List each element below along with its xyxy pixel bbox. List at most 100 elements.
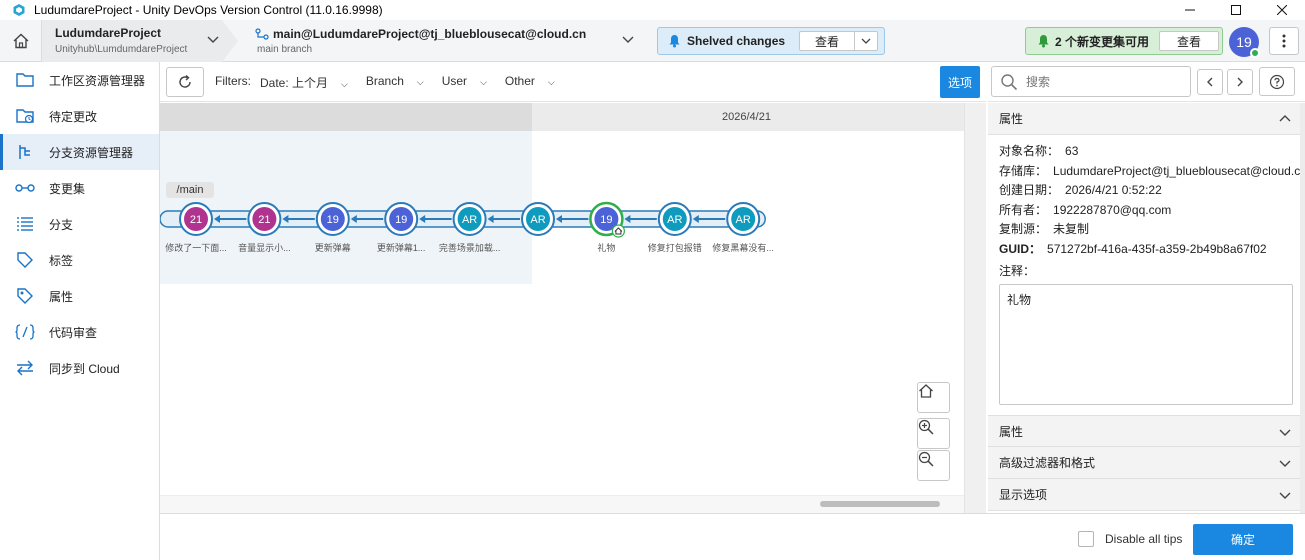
properties-panel: 属性 对象名称： 63 存储库： LudumdareProject@tj_blueb… xyxy=(988,103,1305,513)
sidebar-item-sync-to-cloud[interactable]: 同步到 Cloud xyxy=(0,350,159,386)
changeset-node[interactable]: 19 xyxy=(384,202,419,236)
sync-icon xyxy=(14,358,36,378)
changeset-label: 更新弹幕1... xyxy=(376,243,426,253)
zoom-out-icon xyxy=(918,451,934,467)
shelved-view-button[interactable]: 查看 xyxy=(799,31,855,51)
home-button[interactable] xyxy=(0,20,42,62)
chevron-up-icon xyxy=(1279,115,1291,122)
previous-button[interactable] xyxy=(1197,69,1223,95)
display-options-section-header[interactable]: 显示选项 xyxy=(988,479,1300,511)
changeset-avatar-text: 19 xyxy=(395,214,407,226)
sidebar-item-branches[interactable]: 分支 xyxy=(0,206,159,242)
branch-icon xyxy=(255,28,269,40)
attributes-section-header[interactable]: 属性 xyxy=(988,415,1300,447)
sidebar-item-code-review[interactable]: 代码审查 xyxy=(0,314,159,350)
changeset-node[interactable]: AR xyxy=(452,202,487,236)
changeset-avatar-text: AR xyxy=(530,214,545,226)
minimize-button[interactable] xyxy=(1167,0,1213,20)
search-input[interactable] xyxy=(1026,74,1176,89)
pending-changes-icon xyxy=(14,106,36,126)
close-icon xyxy=(1277,5,1287,15)
changeset-label: 更新弹幕 xyxy=(314,243,351,253)
tag-icon xyxy=(14,250,36,270)
changeset-node[interactable]: 21 xyxy=(247,202,282,236)
filters-label: Filters: xyxy=(215,74,251,88)
avatar-initials: 19 xyxy=(1236,34,1252,50)
ok-button[interactable]: 确定 xyxy=(1193,524,1293,555)
bell-icon xyxy=(1038,35,1049,48)
right-panel-toolbar xyxy=(988,62,1305,102)
changeset-label: 音量显示小... xyxy=(238,243,291,253)
checkbox-box[interactable] xyxy=(1078,531,1094,547)
properties-section-header[interactable]: 属性 xyxy=(988,103,1300,135)
sidebar-item-pending-changes[interactable]: 待定更改 xyxy=(0,98,159,134)
changeset-node[interactable]: AR xyxy=(657,202,692,236)
code-review-icon xyxy=(14,322,36,342)
search-box[interactable] xyxy=(991,66,1191,97)
shelved-changes-notification: Shelved changes 查看 xyxy=(657,27,885,55)
shelved-dropdown-button[interactable] xyxy=(854,31,878,51)
sidebar: 工作区资源管理器 待定更改 分支资源管理器 变更集 分支 标签 属性 代码审查 … xyxy=(0,62,160,560)
title-bar: LudumdareProject - Unity DevOps Version … xyxy=(0,0,1305,20)
sidebar-item-changesets[interactable]: 变更集 xyxy=(0,170,159,206)
user-avatar[interactable]: 19 xyxy=(1229,27,1260,58)
changeset-avatar-text: 21 xyxy=(190,214,202,226)
sidebar-item-workspace-explorer[interactable]: 工作区资源管理器 xyxy=(0,62,159,98)
top-toolbar: LudumdareProject Unityhub\LumdumdareProj… xyxy=(0,20,1305,62)
more-options-button[interactable] xyxy=(1269,27,1299,55)
property-created-date: 创建日期： 2026/4/21 0:52:22 xyxy=(999,183,1162,197)
changeset-node[interactable]: AR xyxy=(521,202,555,236)
comment-textarea[interactable]: 礼物 xyxy=(999,284,1293,405)
bell-icon xyxy=(669,35,680,48)
changeset-node[interactable]: AR xyxy=(726,202,761,236)
changeset-node[interactable]: 21 xyxy=(179,202,213,236)
home-icon xyxy=(919,384,933,398)
workspace-selector[interactable]: LudumdareProject Unityhub\LumdumdareProj… xyxy=(42,20,238,62)
changeset-avatar-text: 19 xyxy=(327,214,339,226)
property-object-name: 对象名称： 63 xyxy=(999,144,1079,158)
property-owner: 所有者： 1922287870@qq.com xyxy=(999,203,1172,217)
branch-graph-canvas: 21 21 19 19 AR AR 19 AR AR xyxy=(160,201,766,238)
sidebar-item-labels[interactable]: 标签 xyxy=(0,242,159,278)
right-panel-scrollbar[interactable] xyxy=(1300,103,1305,513)
changeset-label: 修复黑幕没有... xyxy=(712,243,774,253)
changeset-node[interactable]: 19 xyxy=(589,201,625,238)
branch-graph[interactable]: 2026/4/21 /main 21 21 19 19 AR AR 19 AR AR 修改了一下… xyxy=(160,103,964,495)
options-button[interactable]: 选项 xyxy=(940,66,980,98)
changeset-node[interactable]: 19 xyxy=(315,202,350,236)
chevron-left-icon xyxy=(1207,77,1213,87)
maximize-button[interactable] xyxy=(1213,0,1259,20)
branch-selector[interactable]: main@LudumdareProject@tj_blueblousecat@c… xyxy=(255,20,650,62)
refresh-button[interactable] xyxy=(166,67,204,97)
folder-icon xyxy=(14,70,36,90)
branch-explorer-icon xyxy=(14,142,36,162)
zoom-out-button[interactable] xyxy=(917,450,950,481)
advanced-filters-section-header[interactable]: 高级过滤器和格式 xyxy=(988,447,1300,479)
minimize-icon xyxy=(1185,9,1195,11)
new-changesets-view-button[interactable]: 查看 xyxy=(1159,31,1219,51)
chevron-down-icon xyxy=(1279,492,1291,499)
center-view-button[interactable] xyxy=(917,382,950,413)
graph-horizontal-scrollbar[interactable] xyxy=(160,495,964,513)
more-vertical-icon xyxy=(1282,34,1286,48)
branch-name: main@LudumdareProject@tj_blueblousecat@c… xyxy=(273,27,587,41)
help-button[interactable] xyxy=(1259,67,1295,96)
next-button[interactable] xyxy=(1227,69,1253,95)
other-filter-dropdown[interactable]: Other ⌵ xyxy=(505,74,564,91)
branch-filter-dropdown[interactable]: Branch ⌵ xyxy=(366,74,433,91)
chevron-down-icon xyxy=(861,38,871,44)
zoom-in-button[interactable] xyxy=(917,418,950,449)
panel-splitter[interactable] xyxy=(964,103,986,513)
changeset-avatar-text: AR xyxy=(462,214,477,226)
sidebar-item-attributes[interactable]: 属性 xyxy=(0,278,159,314)
user-filter-dropdown[interactable]: User ⌵ xyxy=(442,74,496,91)
chevron-right-icon xyxy=(1237,77,1243,87)
disable-tips-checkbox[interactable]: Disable all tips xyxy=(1078,531,1182,547)
date-filter-dropdown[interactable]: Date: 上个月 ⌵ xyxy=(260,74,357,91)
close-button[interactable] xyxy=(1259,0,1305,20)
chevron-down-icon: ⌵ xyxy=(547,77,555,87)
sidebar-item-branch-explorer[interactable]: 分支资源管理器 xyxy=(0,134,159,170)
scrollbar-thumb[interactable] xyxy=(820,501,940,507)
workspace-name: LudumdareProject xyxy=(55,26,162,40)
filter-toolbar: Filters: Date: 上个月 ⌵ Branch ⌵ User ⌵ Other ⌵… xyxy=(160,62,986,102)
